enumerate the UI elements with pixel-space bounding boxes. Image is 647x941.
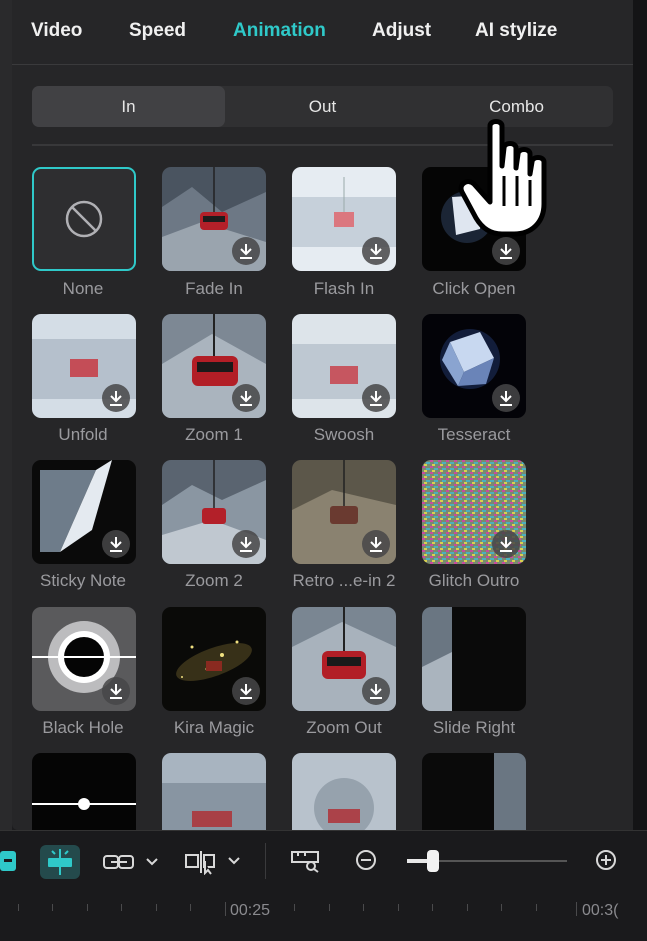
download-icon[interactable]	[102, 530, 130, 558]
download-icon[interactable]	[232, 530, 260, 558]
animation-tile-zoom-out[interactable]	[292, 607, 396, 711]
download-icon[interactable]	[102, 677, 130, 705]
animation-tile-swoosh[interactable]	[292, 314, 396, 418]
tab-animation[interactable]: Animation	[233, 20, 326, 42]
timecode-label: 00:25	[230, 902, 271, 919]
animation-label: None	[62, 279, 104, 298]
tab-ai-stylize[interactable]: AI stylize	[475, 20, 557, 42]
animation-tile-sticky-note[interactable]	[32, 460, 136, 564]
animation-tile-none[interactable]	[32, 167, 136, 271]
animation-tile-kira-magic[interactable]	[162, 607, 266, 711]
animation-label: Swoosh	[313, 425, 375, 444]
none-icon	[65, 200, 103, 238]
download-icon[interactable]	[102, 384, 130, 412]
left-panel-edge	[0, 0, 12, 830]
download-icon[interactable]	[492, 530, 520, 558]
slide-thumbnail	[422, 753, 526, 830]
animation-tile-fade-in[interactable]	[162, 167, 266, 271]
radial-blur-thumbnail	[292, 753, 396, 830]
split-tool-icon[interactable]	[0, 847, 20, 875]
download-icon[interactable]	[492, 237, 520, 265]
slide-right-thumbnail	[422, 607, 526, 711]
download-icon[interactable]	[362, 677, 390, 705]
animation-label: Fade In	[185, 279, 243, 298]
zoom-out-icon[interactable]	[355, 849, 379, 873]
animation-tile-slide-right[interactable]	[422, 607, 526, 711]
animation-label: Zoom 1	[185, 425, 243, 444]
download-icon[interactable]	[362, 237, 390, 265]
animation-tile-black-hole[interactable]	[32, 607, 136, 711]
tab-speed[interactable]: Speed	[129, 20, 186, 42]
segment-in[interactable]: In	[32, 86, 225, 127]
animation-label: Unfold	[58, 425, 108, 444]
zoom-in-icon[interactable]	[595, 849, 619, 873]
animation-panel: Video Speed Animation Adjust AI stylize …	[12, 0, 633, 830]
animation-label: Kira Magic	[173, 718, 255, 737]
tab-adjust[interactable]: Adjust	[372, 20, 431, 42]
segment-out[interactable]: Out	[226, 86, 419, 127]
animation-label: Zoom Out	[306, 718, 382, 737]
animation-tile-flash-in[interactable]	[292, 167, 396, 271]
select-tool-icon[interactable]	[185, 849, 245, 875]
animation-label: Slide Right	[432, 718, 516, 737]
tab-bar: Video Speed Animation Adjust AI stylize	[12, 0, 633, 65]
tab-video[interactable]: Video	[31, 20, 82, 42]
magnet-snap-icon[interactable]	[40, 845, 80, 879]
download-icon[interactable]	[362, 384, 390, 412]
animation-tile-row5-3[interactable]	[292, 753, 396, 830]
animation-label: Retro ...e-in 2	[292, 571, 396, 590]
animation-label: Flash In	[313, 279, 375, 298]
link-clips-icon[interactable]	[103, 851, 163, 873]
timeline-toolbar	[0, 830, 647, 891]
pointer-hand-cursor	[458, 119, 547, 237]
download-icon[interactable]	[362, 530, 390, 558]
download-icon[interactable]	[232, 384, 260, 412]
animation-tile-row5-2[interactable]	[162, 753, 266, 830]
animation-label: Tesseract	[437, 425, 511, 444]
zoom-fit-icon[interactable]	[291, 849, 321, 873]
animation-tile-glitch-outro[interactable]	[422, 460, 526, 564]
download-icon[interactable]	[492, 384, 520, 412]
timecode-label: 00:3(	[582, 902, 619, 919]
animation-label: Black Hole	[42, 718, 124, 737]
animation-tile-tesseract[interactable]	[422, 314, 526, 418]
zoom-slider-handle[interactable]	[427, 850, 439, 872]
animation-tile-zoom-1[interactable]	[162, 314, 266, 418]
toolbar-divider	[265, 843, 266, 879]
animation-tile-row5-1[interactable]	[32, 753, 136, 830]
animation-tile-retro-fade-in-2[interactable]	[292, 460, 396, 564]
panel-scroll-gutter	[633, 0, 647, 830]
animation-label: Sticky Note	[40, 571, 126, 590]
flare-thumbnail	[32, 753, 136, 830]
timeline-ruler[interactable]: 00:25 00:3(	[0, 890, 647, 941]
blur-thumbnail	[162, 753, 266, 830]
download-icon[interactable]	[232, 677, 260, 705]
animation-tile-zoom-2[interactable]	[162, 460, 266, 564]
animation-label: Glitch Outro	[428, 571, 520, 590]
download-icon[interactable]	[232, 237, 260, 265]
animation-tile-unfold[interactable]	[32, 314, 136, 418]
animation-tile-row5-4[interactable]	[422, 753, 526, 830]
animation-label: Click Open	[432, 279, 516, 298]
animation-label: Zoom 2	[185, 571, 243, 590]
